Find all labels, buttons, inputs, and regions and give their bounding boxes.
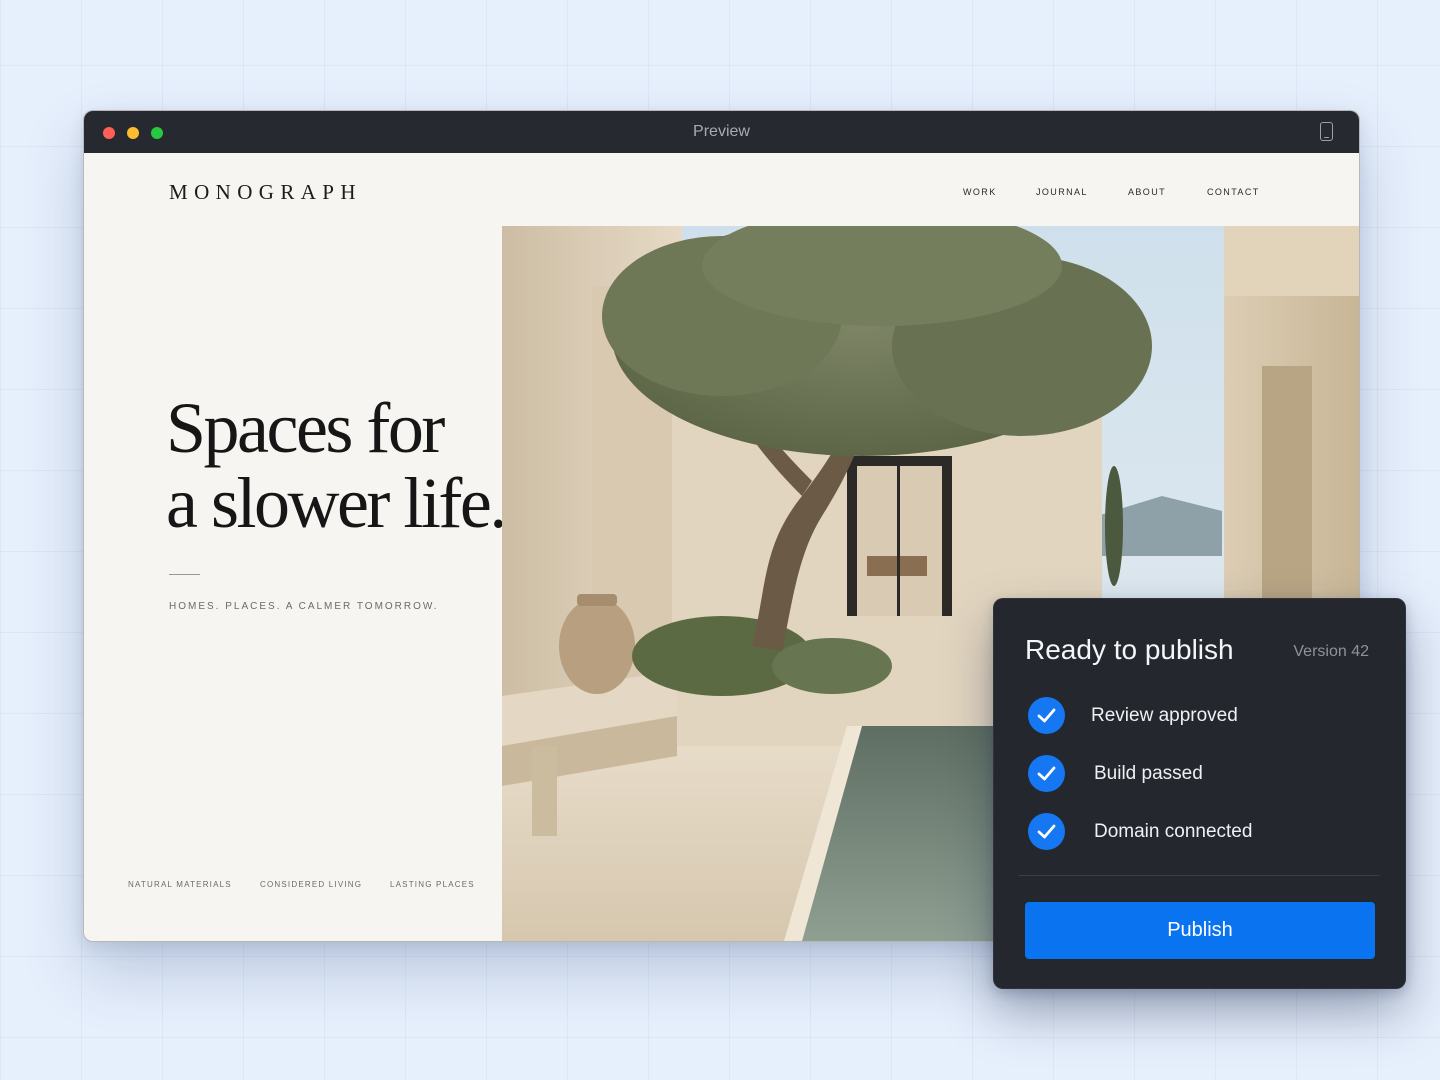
feature-considered-living: CONSIDERED LIVING — [260, 880, 363, 889]
check-label: Review approved — [1091, 705, 1238, 726]
tagline: HOMES. PLACES. A CALMER TOMORROW. — [169, 601, 439, 612]
mobile-device-icon[interactable] — [1320, 122, 1333, 141]
checkmark-icon — [1028, 755, 1065, 792]
publish-button[interactable]: Publish — [1025, 902, 1375, 959]
version-label: Version 42 — [1293, 643, 1369, 660]
headline-line-2: a slower life. — [166, 463, 507, 543]
site-nav: WORK JOURNAL ABOUT CONTACT — [84, 187, 1359, 201]
nav-link-journal[interactable]: JOURNAL — [1036, 187, 1088, 197]
feature-natural-materials: NATURAL MATERIALS — [128, 880, 232, 889]
panel-title: Ready to publish — [1025, 634, 1234, 665]
feature-lasting-places: LASTING PLACES — [390, 880, 475, 889]
nav-link-contact[interactable]: CONTACT — [1207, 187, 1260, 197]
checkmark-icon — [1028, 813, 1065, 850]
nav-link-about[interactable]: ABOUT — [1128, 187, 1166, 197]
headline-line-1: Spaces for — [166, 388, 445, 468]
window-titlebar: Preview — [84, 111, 1359, 153]
publish-panel: Ready to publish Version 42 Review appro… — [993, 598, 1406, 989]
headline-divider — [169, 574, 200, 575]
checkmark-icon — [1028, 697, 1065, 734]
nav-link-work[interactable]: WORK — [963, 187, 997, 197]
check-label: Domain connected — [1094, 821, 1253, 842]
hero-headline: Spaces for a slower life. — [166, 388, 507, 543]
window-title: Preview — [693, 123, 750, 140]
panel-divider — [1019, 875, 1380, 876]
check-label: Build passed — [1094, 763, 1203, 784]
